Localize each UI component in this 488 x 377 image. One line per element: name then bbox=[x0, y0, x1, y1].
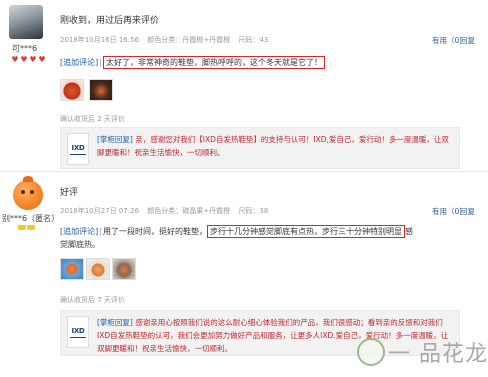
append-tag: [追加评论] bbox=[60, 227, 99, 236]
user-level-badge bbox=[18, 225, 35, 230]
review-item: 别***6（匿名） 好评 2018年10月27日 07:26 颜色分类：碳晶果+… bbox=[0, 0, 488, 377]
append-text-end: 感 bbox=[404, 227, 413, 236]
crown-icon bbox=[18, 225, 26, 230]
watermark: 一 品花龙网 bbox=[357, 336, 488, 368]
reply-button[interactable]: 回复 bbox=[460, 206, 475, 217]
review-title: 好评 bbox=[60, 188, 79, 198]
append-review: [追加评论]|用了一段时间，挺好的鞋垫， 步行十几分钟感觉脚底有点热，步行三十分钟… bbox=[60, 225, 413, 238]
shop-reply-tag: [掌柜回复] bbox=[97, 318, 133, 327]
append-text: 用了一段时间，挺好的鞋垫， bbox=[102, 227, 207, 236]
review-meta: 2018年10月27日 07:26 颜色分类：碳晶果+丹霞橙 尺码：38 bbox=[60, 206, 274, 216]
watermark-logo-icon bbox=[357, 338, 385, 366]
review-photo[interactable] bbox=[112, 258, 136, 280]
user-avatar[interactable] bbox=[11, 176, 45, 212]
append-text-line2: 觉脚底热。 bbox=[60, 240, 100, 249]
review-date: 2018年10月27日 07:26 bbox=[60, 207, 140, 215]
shop-logo: IXD bbox=[67, 316, 89, 348]
review-time-note: 确认收货后 7 天评价 bbox=[60, 296, 125, 304]
review-color: 颜色分类：碳晶果+丹霞橙 bbox=[147, 207, 231, 215]
user-name: 别***6（匿名） bbox=[2, 214, 60, 223]
append-highlight: 步行十几分钟感觉脚底有点热，步行三十分钟特别明显 bbox=[206, 225, 405, 238]
review-photo[interactable] bbox=[60, 258, 84, 280]
review-size: 尺码：38 bbox=[238, 207, 269, 215]
watermark-text: 一 品花龙网 bbox=[388, 342, 488, 367]
review-photo[interactable] bbox=[86, 258, 110, 280]
crown-icon bbox=[27, 225, 35, 230]
